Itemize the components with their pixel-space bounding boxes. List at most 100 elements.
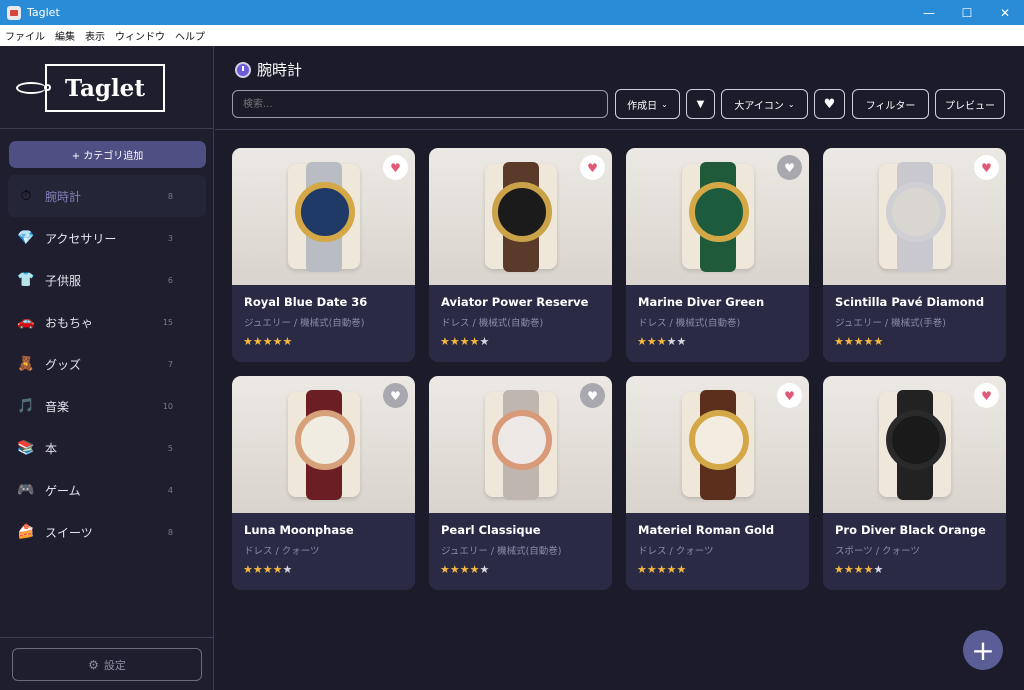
sidebar-item-1[interactable]: 💎 アクセサリー 3 xyxy=(0,217,214,259)
category-label: おもちゃ xyxy=(45,315,94,330)
star-icon: ★ xyxy=(656,335,667,348)
favorite-toggle[interactable]: ♥ xyxy=(777,383,802,408)
star-icon: ★ xyxy=(449,335,460,348)
preview-button[interactable]: プレビュー xyxy=(935,89,1005,119)
gear-icon: ⚙ xyxy=(88,657,99,672)
sidebar-item-8[interactable]: 🍰 スイーツ 8 xyxy=(0,511,214,553)
category-label: 子供服 xyxy=(45,273,82,288)
category-count: 8 xyxy=(167,191,173,201)
window-title: Taglet xyxy=(27,6,60,19)
sidebar-item-3[interactable]: 🚗 おもちゃ 15 xyxy=(0,301,214,343)
sidebar-item-7[interactable]: 🎮 ゲーム 4 xyxy=(0,469,214,511)
star-icon: ★ xyxy=(863,563,874,576)
star-icon: ★ xyxy=(282,563,293,576)
star-icon: ★ xyxy=(853,563,864,576)
favorite-toggle[interactable]: ♥ xyxy=(383,155,408,180)
favorite-toggle[interactable]: ♥ xyxy=(580,155,605,180)
item-card[interactable]: ♥ Materiel Roman Gold ドレス / クォーツ ★★★★★ xyxy=(626,376,809,590)
minimize-button[interactable]: — xyxy=(910,0,948,25)
item-card[interactable]: ♥ Pearl Classique ジュエリー / 機械式(自動巻) ★★★★★ xyxy=(429,376,612,590)
sort-direction-icon: ▼ xyxy=(696,98,705,110)
category-count: 15 xyxy=(162,317,173,327)
item-card[interactable]: ♥ Royal Blue Date 36 ジュエリー / 機械式(自動巻) ★★★★★ xyxy=(232,148,415,362)
view-mode-label: 大アイコン xyxy=(734,100,784,112)
star-icon: ★ xyxy=(843,563,854,576)
view-mode-select[interactable]: 大アイコン ⌄ xyxy=(721,89,808,119)
favorite-toggle[interactable]: ♥ xyxy=(974,383,999,408)
favorite-toggle[interactable]: ♥ xyxy=(580,383,605,408)
favorite-toggle[interactable]: ♥ xyxy=(383,383,408,408)
star-icon: ★ xyxy=(440,563,450,576)
sidebar-item-2[interactable]: 👕 子供服 6 xyxy=(0,259,214,301)
maximize-button[interactable]: ☐ xyxy=(948,0,986,25)
app-icon xyxy=(7,5,21,20)
item-name: Materiel Roman Gold xyxy=(638,523,775,537)
settings-button[interactable]: ⚙ 設定 xyxy=(12,648,202,681)
menu-file[interactable]: ファイル xyxy=(5,28,45,43)
item-card[interactable]: ♥ Marine Diver Green ドレス / 機械式(自動巻) ★★★★★ xyxy=(626,148,809,362)
category-label: 音楽 xyxy=(45,399,70,414)
page-title: 腕時計 xyxy=(257,61,303,79)
sort-select[interactable]: 作成日 ⌄ xyxy=(615,89,680,119)
favorite-toggle[interactable]: ♥ xyxy=(777,155,802,180)
item-name: Pro Diver Black Orange xyxy=(835,523,986,537)
menu-bar: ファイル 編集 表示 ウィンドウ ヘルプ xyxy=(0,25,1024,46)
sidebar-footer: ⚙ 設定 xyxy=(0,637,214,690)
star-icon: ★ xyxy=(243,335,253,348)
favorite-toggle[interactable]: ♥ xyxy=(974,155,999,180)
sidebar-item-6[interactable]: 📚 本 5 xyxy=(0,427,214,469)
item-card[interactable]: ♥ Luna Moonphase ドレス / クォーツ ★★★★★ xyxy=(232,376,415,590)
add-item-button[interactable]: + xyxy=(963,630,1003,670)
category-label: 腕時計 xyxy=(45,189,82,204)
main-header: 腕時計 作成日 ⌄ ▼ 大アイコン ⌄ ♥ フィルター プレビュー xyxy=(215,46,1024,130)
item-rating: ★★★★★ xyxy=(440,335,489,348)
item-name: Royal Blue Date 36 xyxy=(244,295,368,309)
category-list: ⏱ 腕時計 8 💎 アクセサリー 3 👕 子供服 6 🚗 おもちゃ 15 🧸 グッズ 7 🎵 音楽 10 📚 本 5 🎮 ゲ… xyxy=(0,175,214,553)
star-icon: ★ xyxy=(873,335,884,348)
menu-window[interactable]: ウィンドウ xyxy=(115,28,165,43)
star-icon: ★ xyxy=(252,335,263,348)
filter-button[interactable]: フィルター xyxy=(852,89,929,119)
favorite-filter-button[interactable]: ♥ xyxy=(814,89,845,119)
close-button[interactable]: ✕ xyxy=(986,0,1024,25)
category-count: 8 xyxy=(167,527,173,537)
sort-direction-button[interactable]: ▼ xyxy=(686,89,715,119)
item-card[interactable]: ♥ Aviator Power Reserve ドレス / 機械式(自動巻) ★★★★… xyxy=(429,148,612,362)
menu-view[interactable]: 表示 xyxy=(85,28,105,43)
item-name: Marine Diver Green xyxy=(638,295,765,309)
item-name: Aviator Power Reserve xyxy=(441,295,589,309)
item-category: ジュエリー / 機械式(自動巻) xyxy=(441,546,562,557)
item-rating: ★★★★★ xyxy=(834,335,883,348)
item-name: Pearl Classique xyxy=(441,523,541,537)
star-icon: ★ xyxy=(243,563,253,576)
logo-string xyxy=(16,82,46,94)
star-icon: ★ xyxy=(863,335,874,348)
watch-dial xyxy=(295,182,355,242)
item-category: ドレス / クォーツ xyxy=(638,546,714,557)
item-name: Luna Moonphase xyxy=(244,523,354,537)
item-card[interactable]: ♥ Pro Diver Black Orange スポーツ / クォーツ ★★★★★ xyxy=(823,376,1006,590)
search-input[interactable] xyxy=(232,90,608,118)
sidebar-item-0[interactable]: ⏱ 腕時計 8 xyxy=(8,175,206,217)
menu-edit[interactable]: 編集 xyxy=(55,28,75,43)
star-icon: ★ xyxy=(666,335,677,348)
category-count: 5 xyxy=(167,443,173,453)
sidebar-item-5[interactable]: 🎵 音楽 10 xyxy=(0,385,214,427)
star-icon: ★ xyxy=(282,335,293,348)
category-count: 7 xyxy=(167,359,173,369)
star-icon: ★ xyxy=(646,335,657,348)
item-card[interactable]: ♥ Scintilla Pavé Diamond ジュエリー / 機械式(手巻) ★★… xyxy=(823,148,1006,362)
category-icon: 🚗 xyxy=(17,314,35,330)
heart-icon: ♥ xyxy=(823,96,836,112)
add-category-button[interactable]: + カテゴリ追加 xyxy=(9,141,206,168)
item-name: Scintilla Pavé Diamond xyxy=(835,295,985,309)
item-category: ジュエリー / 機械式(手巻) xyxy=(835,318,946,329)
item-rating: ★★★★★ xyxy=(834,563,883,576)
watch-dial xyxy=(295,410,355,470)
star-icon: ★ xyxy=(637,335,647,348)
star-icon: ★ xyxy=(262,563,273,576)
sidebar-item-4[interactable]: 🧸 グッズ 7 xyxy=(0,343,214,385)
menu-help[interactable]: ヘルプ xyxy=(175,28,205,43)
category-label: グッズ xyxy=(45,357,82,372)
category-icon: 🎮 xyxy=(17,482,35,498)
